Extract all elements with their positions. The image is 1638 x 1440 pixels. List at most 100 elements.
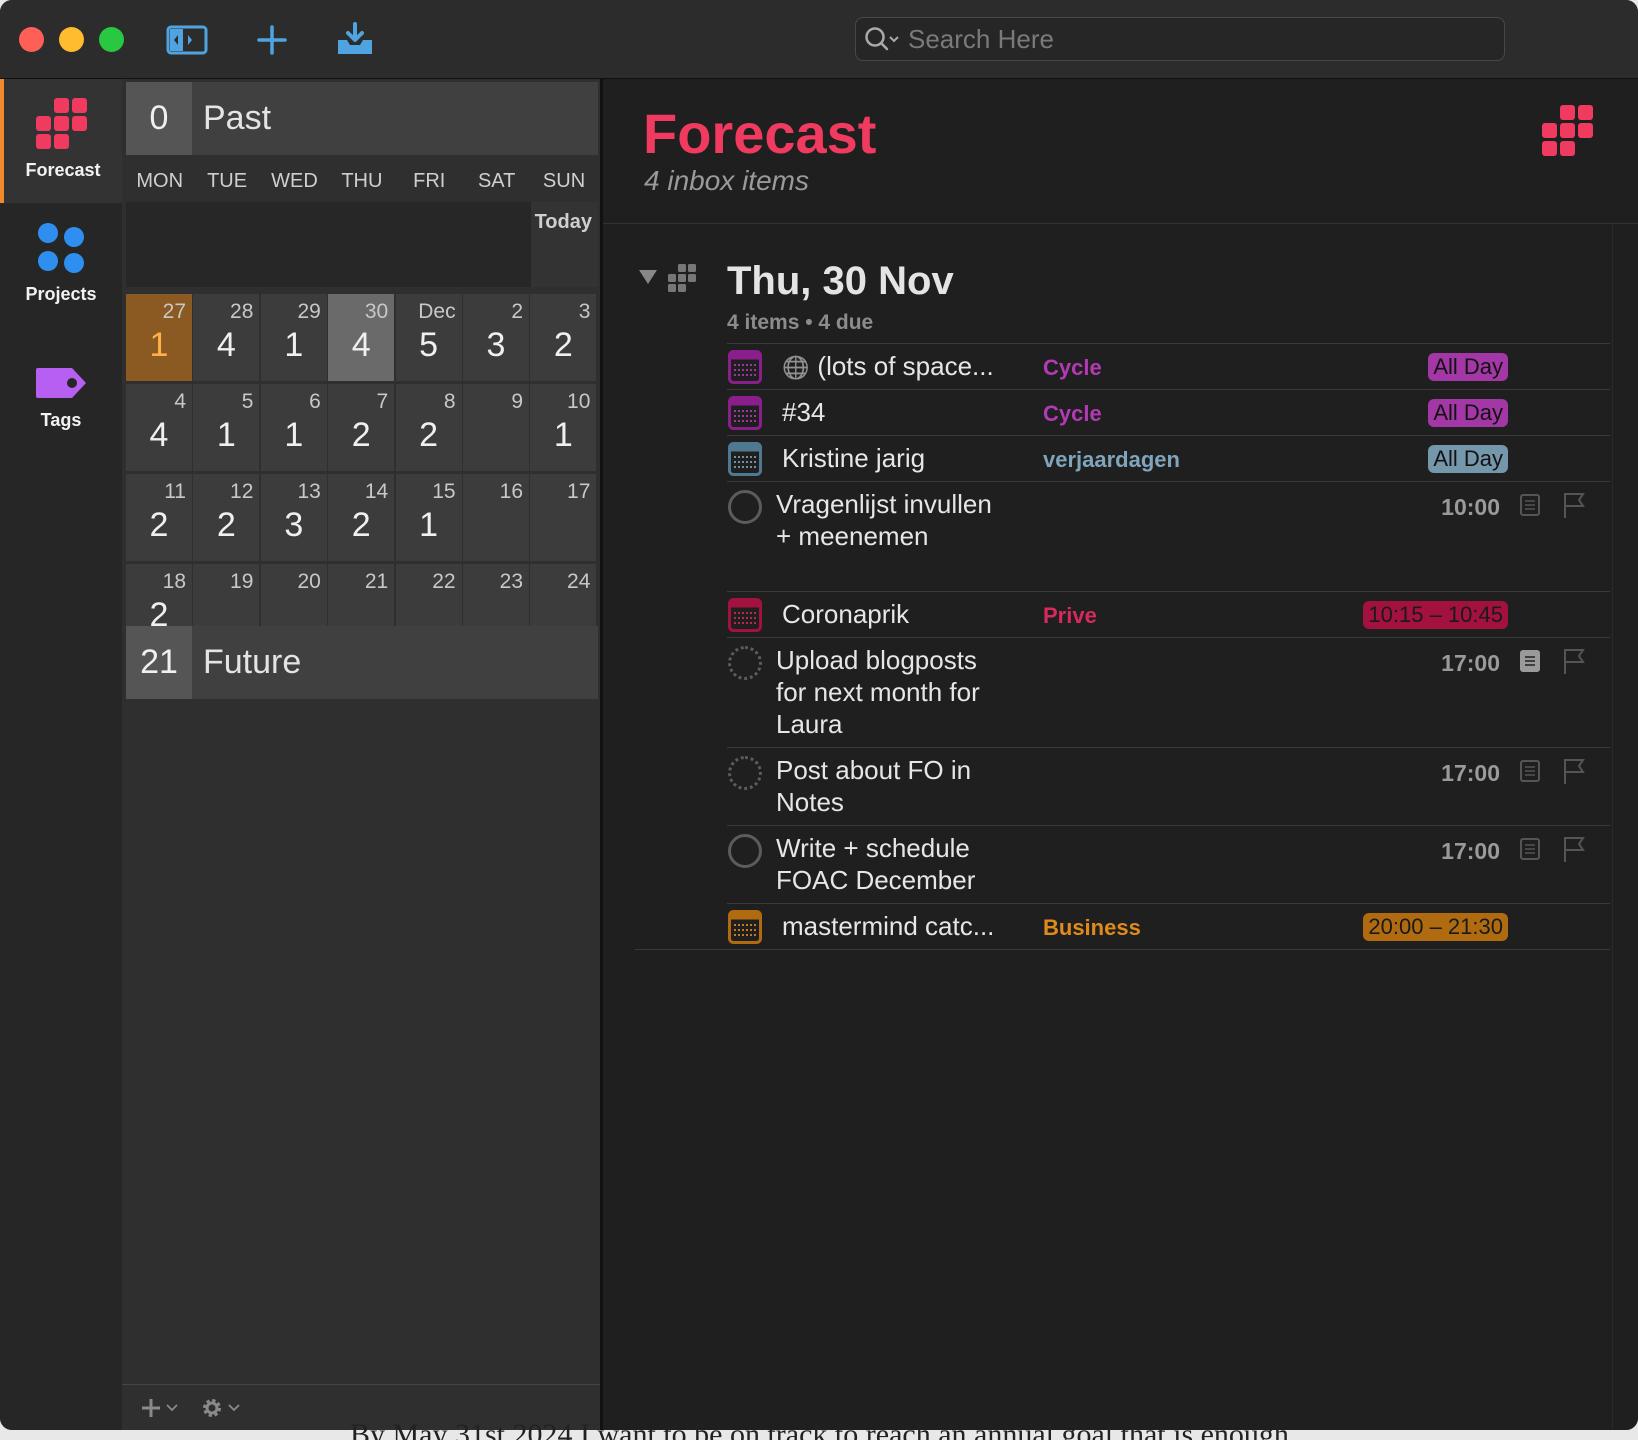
day-number: 7 bbox=[376, 390, 389, 413]
calendar-name: Cycle bbox=[1043, 355, 1102, 380]
flag-icon[interactable] bbox=[1562, 491, 1586, 519]
app-window: Forecast Projects Tags 0 Past MON bbox=[0, 0, 1638, 1430]
page-title: Forecast bbox=[643, 102, 877, 165]
day-number: 17 bbox=[567, 480, 591, 503]
title-bar bbox=[0, 0, 1638, 79]
calendar-event-icon bbox=[728, 396, 762, 430]
event-title: 🌐 (lots of space... bbox=[782, 350, 994, 384]
calendar-day-cell[interactable]: 13 3 bbox=[260, 474, 327, 561]
calendar-day-cell[interactable]: Dec 5 bbox=[395, 294, 462, 381]
task-checkbox[interactable] bbox=[728, 490, 762, 524]
disclosure-triangle-icon[interactable] bbox=[638, 269, 658, 285]
note-icon[interactable] bbox=[1520, 650, 1540, 672]
day-number: 3 bbox=[578, 300, 591, 323]
weekday-label: SUN bbox=[542, 170, 586, 192]
sidebar-label-tags: Tags bbox=[40, 410, 82, 430]
close-window-button[interactable] bbox=[19, 27, 44, 52]
task-row[interactable]: Vragenlijst invullen + meenemen 10:00 bbox=[727, 481, 1610, 591]
time-badge: All Day bbox=[1428, 445, 1508, 473]
calendar-day-cell[interactable]: 10 1 bbox=[530, 384, 597, 471]
calendar-day-cell[interactable]: 27 1 bbox=[126, 294, 192, 381]
event-row[interactable]: Kristine jarig verjaardagen All Day bbox=[727, 435, 1610, 481]
zoom-window-button[interactable] bbox=[99, 27, 124, 52]
task-title[interactable]: Upload blogposts for next month for Laur… bbox=[776, 644, 980, 740]
search-icon bbox=[856, 17, 908, 61]
calendar-day-cell[interactable]: 11 2 bbox=[126, 474, 192, 561]
today-cell[interactable]: Today bbox=[531, 202, 598, 287]
task-title[interactable]: Write + schedule FOAC December bbox=[776, 832, 975, 896]
task-title[interactable]: Vragenlijst invullen + meenemen bbox=[776, 488, 992, 552]
sidebar-item-tags[interactable]: Tags bbox=[0, 329, 122, 453]
calendar-day-cell[interactable]: 44 bbox=[126, 384, 192, 471]
weekday-label: THU bbox=[341, 170, 383, 192]
task-checkbox[interactable] bbox=[728, 756, 762, 790]
day-number: 20 bbox=[297, 570, 321, 593]
past-row[interactable]: 0 Past bbox=[126, 82, 598, 155]
calendar-name: verjaardagen bbox=[1043, 447, 1180, 472]
new-item-button[interactable] bbox=[250, 18, 294, 62]
calendar-day-cell[interactable]: 32 bbox=[530, 294, 597, 381]
calendar-day-cell[interactable]: 72 bbox=[328, 384, 395, 471]
add-menu-button[interactable] bbox=[140, 1397, 178, 1419]
item-count: 2 bbox=[216, 506, 236, 544]
sidebar-toggle-icon bbox=[166, 25, 208, 55]
past-label: Past bbox=[203, 99, 272, 137]
search-field[interactable] bbox=[855, 17, 1505, 61]
task-row[interactable]: Post about FO in Notes 17:00 bbox=[727, 747, 1610, 825]
calendar-day-cell[interactable]: 51 bbox=[193, 384, 260, 471]
sidebar-label-forecast: Forecast bbox=[25, 160, 101, 180]
task-row[interactable]: Upload blogposts for next month for Laur… bbox=[727, 637, 1610, 747]
calendar-day-cell[interactable]: 82 bbox=[395, 384, 462, 471]
today-row: Today bbox=[126, 202, 598, 287]
day-number: 2 bbox=[511, 300, 523, 323]
event-row[interactable]: Coronaprik Prive 10:15 – 10:45 bbox=[727, 591, 1610, 637]
minimize-window-button[interactable] bbox=[59, 27, 84, 52]
task-title[interactable]: Post about FO in Notes bbox=[776, 754, 971, 818]
forecast-header: Forecast 4 inbox items bbox=[603, 79, 1638, 224]
due-time: 17:00 bbox=[1441, 838, 1500, 864]
calendar-day-cell[interactable]: 14 2 bbox=[328, 474, 395, 561]
inbox-button[interactable] bbox=[333, 18, 377, 62]
day-number: 21 bbox=[364, 570, 389, 593]
calendar-day-cell[interactable]: 61 bbox=[260, 384, 327, 471]
item-count: 1 bbox=[284, 326, 304, 364]
sidebar-item-projects[interactable]: Projects bbox=[0, 203, 122, 327]
flag-icon[interactable] bbox=[1562, 757, 1586, 785]
download-inbox-icon bbox=[338, 22, 372, 54]
calendar-day-cell[interactable]: 17 bbox=[530, 474, 597, 561]
task-row[interactable]: Write + schedule FOAC December 17:00 bbox=[727, 825, 1610, 903]
plus-icon bbox=[257, 25, 287, 55]
calendar-day-cell[interactable]: 29 1 bbox=[260, 294, 327, 381]
scrollbar[interactable] bbox=[1612, 224, 1638, 1430]
event-row[interactable]: mastermind catc... Business 20:00 – 21:30 bbox=[727, 903, 1610, 949]
event-row[interactable]: #34 Cycle All Day bbox=[727, 389, 1610, 435]
calendar-day-cell[interactable]: 16 bbox=[463, 474, 529, 561]
event-row[interactable]: 🌐 (lots of space... Cycle All Day bbox=[727, 343, 1610, 389]
settings-menu-button[interactable] bbox=[200, 1396, 240, 1420]
calendar-day-cell[interactable]: 23 bbox=[463, 294, 529, 381]
sidebar-toggle-button[interactable] bbox=[165, 18, 209, 62]
note-icon[interactable] bbox=[1520, 838, 1540, 860]
search-input[interactable] bbox=[908, 23, 1468, 55]
calendar-day-cell[interactable]: 9 bbox=[463, 384, 529, 471]
item-count: 1 bbox=[149, 326, 169, 364]
sidebar-item-forecast[interactable]: Forecast bbox=[0, 79, 122, 203]
item-count: 4 bbox=[216, 326, 236, 364]
calendar-event-icon bbox=[728, 910, 762, 944]
calendar-day-cell[interactable]: 15 1 bbox=[395, 474, 462, 561]
calendar-day-cell[interactable]: 28 4 bbox=[193, 294, 260, 381]
inbox-count[interactable]: 4 inbox items bbox=[644, 165, 809, 197]
calendar-day-cell[interactable]: 30 4 bbox=[328, 294, 395, 381]
future-row[interactable]: 21 Future bbox=[126, 626, 598, 699]
future-label: Future bbox=[203, 643, 302, 681]
flag-icon[interactable] bbox=[1562, 647, 1586, 675]
calendar-day-cell[interactable]: 12 2 bbox=[193, 474, 260, 561]
note-icon[interactable] bbox=[1520, 760, 1540, 782]
calendar-event-icon bbox=[728, 442, 762, 476]
calendar-event-icon bbox=[728, 598, 762, 632]
note-icon[interactable] bbox=[1520, 494, 1540, 516]
task-checkbox[interactable] bbox=[728, 646, 762, 680]
day-number: Dec bbox=[418, 300, 456, 323]
flag-icon[interactable] bbox=[1562, 835, 1586, 863]
task-checkbox[interactable] bbox=[728, 834, 762, 868]
